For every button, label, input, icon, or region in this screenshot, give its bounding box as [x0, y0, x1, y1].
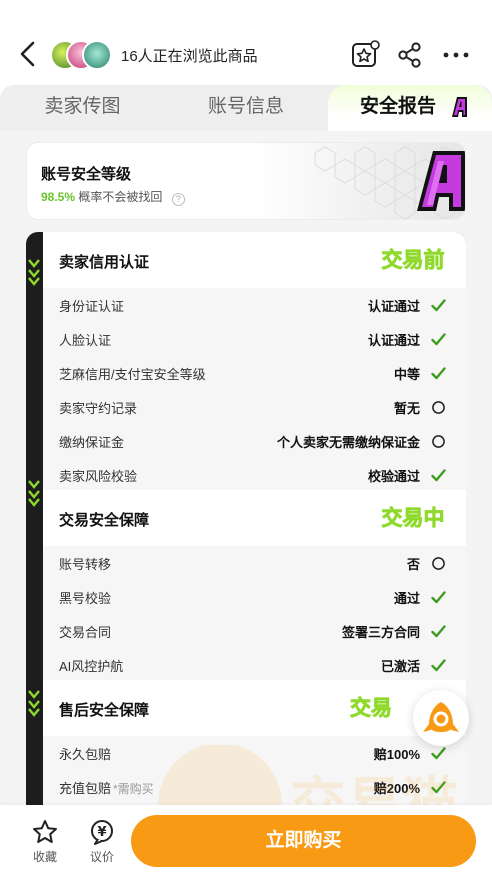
security-report-panel: 卖家信用认证 交易前 身份证认证 认证通过 人脸认证 认证通过 芝麻信用/支付宝… — [26, 232, 466, 832]
negotiate-button[interactable]: ¥ 议价 — [82, 819, 122, 865]
tab-account-info[interactable]: 账号信息 — [165, 85, 327, 131]
check-icon — [431, 591, 446, 604]
section-title: 卖家信用认证 — [59, 254, 150, 271]
row-credit-level: 芝麻信用/支付宝安全等级 中等 — [43, 356, 466, 390]
section-header-after-sale: 售后安全保障 交易 — [43, 680, 466, 736]
circle-icon — [432, 401, 445, 414]
avatar — [82, 40, 112, 70]
row-risk-check: 卖家风险校验 校验通过 — [43, 458, 466, 492]
row-recharge-compensation: 充值包赔 *需购买 赔200% — [43, 770, 466, 804]
row-label: 交易合同 — [59, 625, 112, 640]
stage-label-after-trade: 交易 — [350, 696, 393, 721]
chevron-down-icon — [28, 690, 40, 717]
grade-a-large-icon — [417, 151, 465, 211]
section-header-trade-security: 交易安全保障 交易中 — [43, 490, 466, 546]
check-icon — [431, 747, 446, 760]
row-label: 账号转移 — [59, 557, 112, 572]
check-icon — [431, 299, 446, 312]
row-value: 赔200% — [373, 781, 420, 796]
row-value: 通过 — [393, 591, 420, 606]
svg-text:交易中: 交易中 — [382, 506, 445, 530]
section-title: 售后安全保障 — [59, 702, 150, 719]
row-label: AI风控护航 — [59, 659, 124, 674]
row-value: 已激活 — [380, 659, 420, 674]
row-label: 人脸认证 — [59, 333, 112, 348]
row-label: 芝麻信用/支付宝安全等级 — [59, 367, 206, 382]
top-bar: 16人正在浏览此商品 — [0, 0, 492, 85]
check-icon — [431, 333, 446, 346]
security-level-subtitle: 98.5% 概率不会被找回 ? — [41, 188, 185, 206]
row-label: 黑号校验 — [59, 591, 112, 606]
customer-service-button[interactable] — [413, 690, 469, 746]
svg-text:交易: 交易 — [350, 696, 392, 720]
grade-a-badge-icon — [452, 97, 467, 117]
row-value: 暂无 — [393, 401, 420, 416]
row-account-transfer: 账号转移 否 — [43, 546, 466, 580]
circle-icon — [432, 557, 445, 570]
security-level-card: 账号安全等级 98.5% 概率不会被找回 ? — [26, 142, 466, 220]
row-label: 缴纳保证金 — [59, 435, 125, 450]
favorite-label: 收藏 — [32, 850, 57, 864]
row-note: *需购买 — [113, 782, 154, 796]
row-value: 赔100% — [373, 747, 420, 762]
row-value: 签署三方合同 — [341, 625, 420, 640]
viewer-avatars — [50, 40, 114, 70]
tab-security-report-label: 安全报告 — [359, 96, 436, 117]
star-icon — [33, 820, 57, 843]
row-value: 个人卖家无需缴纳保证金 — [276, 435, 420, 450]
row-label: 卖家风险校验 — [59, 469, 138, 484]
row-value: 中等 — [393, 367, 420, 382]
help-icon[interactable]: ? — [171, 193, 185, 206]
row-deposit: 缴纳保证金 个人卖家无需缴纳保证金 — [43, 424, 466, 458]
viewer-count-text: 16人正在浏览此商品 — [121, 48, 258, 65]
tab-seller-images[interactable]: 卖家传图 — [0, 85, 165, 131]
row-label: 卖家守约记录 — [59, 401, 138, 416]
row-value: 认证通过 — [367, 333, 420, 348]
security-percent: 98.5% — [41, 190, 76, 204]
stage-label-before-trade: 交易前 — [381, 248, 445, 273]
row-blacklist-check: 黑号校验 通过 — [43, 580, 466, 614]
row-id-verification: 身份证认证 认证通过 — [43, 288, 466, 322]
row-permanent-compensation: 永久包赔 赔100% — [43, 736, 466, 770]
row-label: 永久包赔 — [59, 747, 112, 762]
share-icon[interactable] — [395, 40, 425, 70]
row-seller-record: 卖家守约记录 暂无 — [43, 390, 466, 424]
security-level-title: 账号安全等级 — [41, 166, 132, 183]
section-header-seller-credit: 卖家信用认证 交易前 — [43, 232, 466, 288]
circle-icon — [432, 435, 445, 448]
row-value: 校验通过 — [367, 469, 420, 484]
check-icon — [431, 367, 446, 380]
buy-now-button[interactable]: 立即购买 — [131, 815, 476, 867]
svg-text:¥: ¥ — [97, 825, 106, 840]
svg-text:交易前: 交易前 — [382, 248, 445, 272]
row-ai-risk-control: AI风控护航 已激活 — [43, 648, 466, 682]
mascot-icon — [423, 702, 459, 732]
row-label: 充值包赔 *需购买 — [59, 778, 154, 797]
section-title: 交易安全保障 — [59, 512, 150, 529]
row-trade-contract: 交易合同 签署三方合同 — [43, 614, 466, 648]
more-options-icon[interactable] — [441, 40, 471, 70]
row-value: 否 — [406, 557, 420, 572]
row-face-verification: 人脸认证 认证通过 — [43, 322, 466, 356]
back-arrow-icon[interactable] — [14, 38, 42, 70]
chevron-down-icon — [28, 259, 40, 286]
favorite-star-icon[interactable] — [350, 40, 380, 70]
row-label-text: 充值包赔 — [59, 781, 112, 796]
bottom-action-bar: 收藏 ¥ 议价 立即购买 — [0, 805, 492, 875]
check-icon — [431, 625, 446, 638]
tab-bar: 卖家传图 账号信息 安全报告 — [0, 85, 492, 131]
check-icon — [431, 469, 446, 482]
row-label: 身份证认证 — [59, 299, 125, 314]
report-body: 卖家信用认证 交易前 身份证认证 认证通过 人脸认证 认证通过 芝麻信用/支付宝… — [43, 232, 466, 832]
security-percent-desc: 概率不会被找回 — [78, 190, 163, 204]
check-icon — [431, 659, 446, 672]
stage-label-during-trade: 交易中 — [381, 506, 445, 531]
row-value: 认证通过 — [367, 299, 420, 314]
check-icon — [431, 781, 446, 794]
favorite-button[interactable]: 收藏 — [25, 819, 65, 865]
price-icon: ¥ — [91, 820, 113, 845]
tab-security-report[interactable]: 安全报告 — [328, 85, 492, 131]
negotiate-label: 议价 — [89, 850, 114, 864]
chevron-down-icon — [28, 480, 40, 507]
